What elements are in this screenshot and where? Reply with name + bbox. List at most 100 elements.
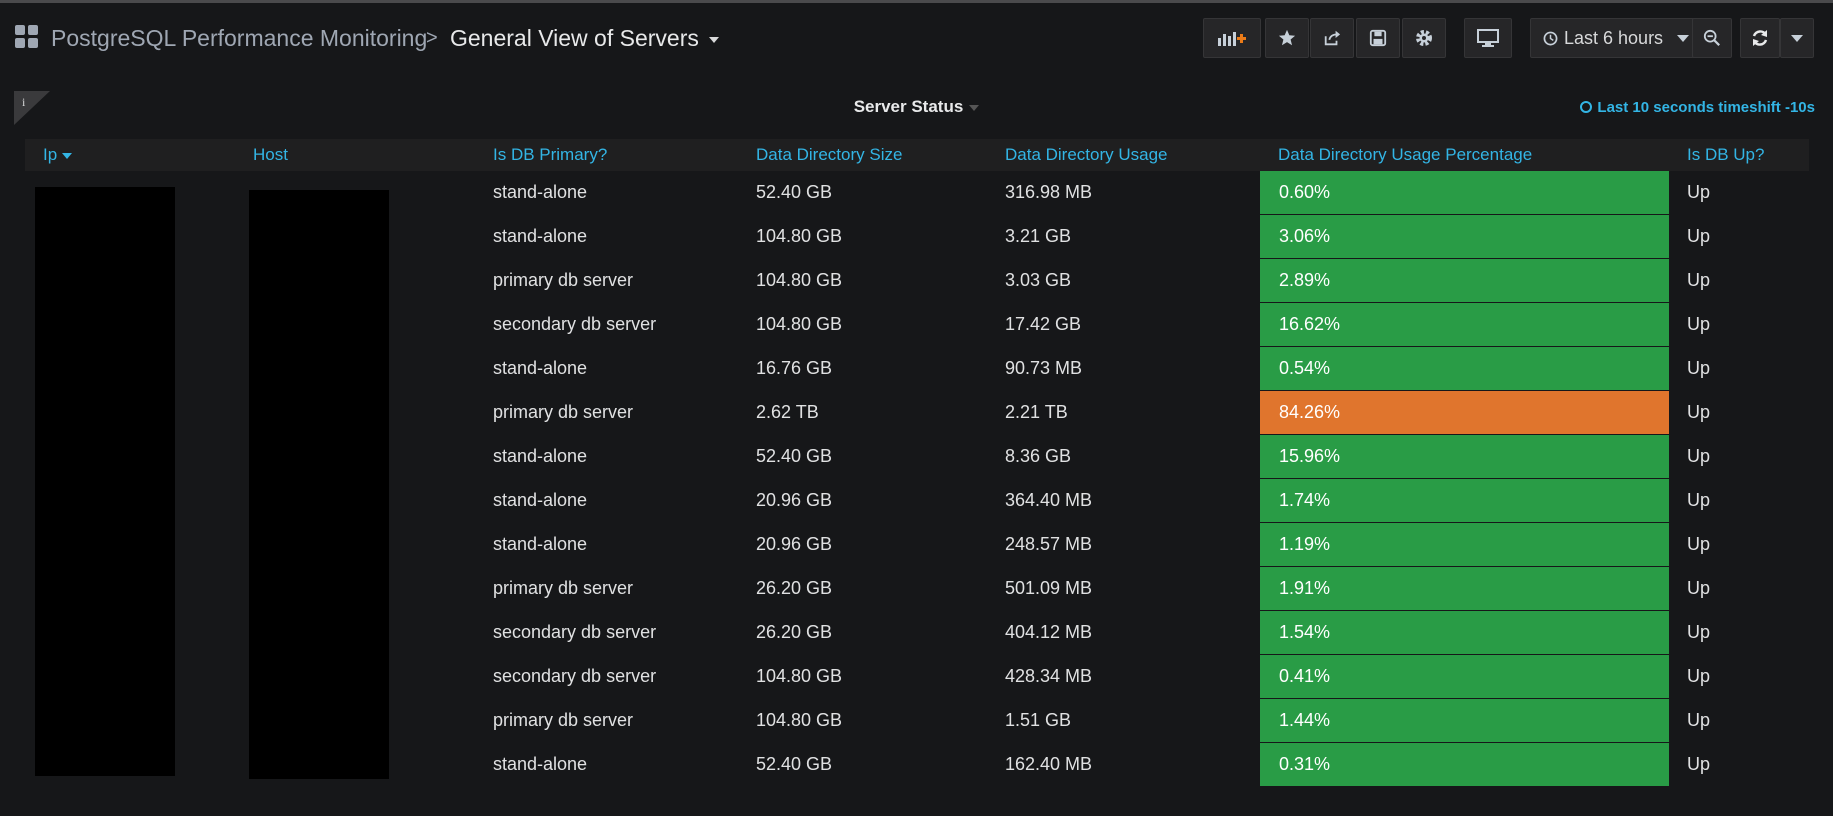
cell-data-directory-size: 104.80 GB [738,655,987,699]
cell-is-db-up: Up [1669,215,1809,259]
cell-usage-percentage: 1.91% [1260,567,1669,611]
column-header-data-directory-usage[interactable]: Data Directory Usage [987,139,1260,171]
add-panel-icon [1218,32,1246,46]
refresh-interval-dropdown[interactable] [1780,18,1814,58]
dashboard-header: PostgreSQL Performance Monitoring > Gene… [0,3,1833,69]
cell-data-directory-size: 20.96 GB [738,479,987,523]
time-picker-button[interactable]: Last 6 hours [1530,18,1703,58]
cell-is-db-up: Up [1669,655,1809,699]
cell-data-directory-usage: 8.36 GB [987,435,1260,479]
cell-is-db-primary: stand-alone [475,347,738,391]
cell-data-directory-size: 104.80 GB [738,259,987,303]
breadcrumb-separator: > [426,27,438,49]
column-header-usage-percentage[interactable]: Data Directory Usage Percentage [1260,139,1669,171]
cell-usage-percentage: 0.54% [1260,347,1669,391]
cell-is-db-up: Up [1669,259,1809,303]
cell-is-db-primary: stand-alone [475,215,738,259]
tv-mode-button[interactable] [1464,18,1512,58]
cell-is-db-up: Up [1669,479,1809,523]
column-header-host[interactable]: Host [235,139,475,171]
cell-is-db-up: Up [1669,347,1809,391]
cell-data-directory-usage: 162.40 MB [987,743,1260,787]
column-header-data-directory-size[interactable]: Data Directory Size [738,139,987,171]
cell-data-directory-usage: 501.09 MB [987,567,1260,611]
cell-is-db-up: Up [1669,171,1809,215]
cell-data-directory-size: 16.76 GB [738,347,987,391]
chevron-down-icon [969,104,980,111]
cell-data-directory-usage: 428.34 MB [987,655,1260,699]
cell-usage-percentage: 0.60% [1260,171,1669,215]
cell-is-db-primary: secondary db server [475,655,738,699]
cell-data-directory-usage: 2.21 TB [987,391,1260,435]
cell-data-directory-usage: 404.12 MB [987,611,1260,655]
cell-data-directory-size: 104.80 GB [738,699,987,743]
zoom-out-icon [1703,29,1720,46]
cell-is-db-primary: secondary db server [475,611,738,655]
zoom-out-button[interactable] [1692,18,1732,58]
cell-data-directory-usage: 3.03 GB [987,259,1260,303]
cell-data-directory-size: 26.20 GB [738,611,987,655]
cell-is-db-primary: stand-alone [475,435,738,479]
chevron-down-icon [708,36,719,43]
cell-usage-percentage: 16.62% [1260,303,1669,347]
chevron-down-icon [1677,34,1690,42]
cell-usage-percentage: 15.96% [1260,435,1669,479]
cell-data-directory-size: 52.40 GB [738,743,987,787]
cell-is-db-up: Up [1669,567,1809,611]
breadcrumb-folder[interactable]: PostgreSQL Performance Monitoring [51,23,427,53]
column-header-ip[interactable]: Ip [25,139,235,171]
settings-button[interactable] [1402,18,1446,58]
column-header-is-db-up[interactable]: Is DB Up? [1669,139,1809,171]
panel-title[interactable]: Server Status [14,97,1819,117]
cell-is-db-up: Up [1669,391,1809,435]
cell-data-directory-size: 104.80 GB [738,303,987,347]
star-icon [1278,29,1296,46]
sort-desc-icon [62,152,73,159]
dashboards-grid-icon[interactable] [15,25,39,49]
refresh-icon [1752,30,1768,46]
cell-data-directory-size: 104.80 GB [738,215,987,259]
save-button[interactable] [1356,18,1400,58]
redacted-host-column [249,190,389,779]
column-header-label: Ip [43,145,58,164]
share-button[interactable] [1310,18,1354,58]
cell-is-db-up: Up [1669,435,1809,479]
column-header-is-db-primary[interactable]: Is DB Primary? [475,139,738,171]
cell-data-directory-usage: 3.21 GB [987,215,1260,259]
dashboard-title[interactable]: General View of Servers [450,23,719,53]
clock-icon [1580,101,1593,113]
cell-is-db-primary: stand-alone [475,479,738,523]
cell-is-db-up: Up [1669,523,1809,567]
cell-usage-percentage: 84.26% [1260,391,1669,435]
timeshift-label: Last 10 seconds timeshift -10s [1597,99,1815,116]
cell-usage-percentage: 2.89% [1260,259,1669,303]
cell-data-directory-size: 26.20 GB [738,567,987,611]
redacted-ip-column [35,187,175,776]
cell-is-db-primary: primary db server [475,567,738,611]
clock-icon [1543,31,1558,45]
refresh-button[interactable] [1740,18,1780,58]
cell-usage-percentage: 1.74% [1260,479,1669,523]
cell-is-db-up: Up [1669,743,1809,787]
cell-usage-percentage: 0.41% [1260,655,1669,699]
table-header-row: Ip Host Is DB Primary? Data Directory Si… [25,139,1809,171]
star-button[interactable] [1265,18,1309,58]
save-icon [1369,29,1387,47]
gear-icon [1416,30,1432,46]
cell-data-directory-usage: 90.73 MB [987,347,1260,391]
add-panel-button[interactable] [1203,18,1261,58]
cell-data-directory-size: 52.40 GB [738,435,987,479]
cell-usage-percentage: 3.06% [1260,215,1669,259]
cell-is-db-primary: primary db server [475,259,738,303]
cell-is-db-primary: stand-alone [475,743,738,787]
cell-data-directory-size: 20.96 GB [738,523,987,567]
cell-is-db-primary: secondary db server [475,303,738,347]
share-icon [1324,30,1341,46]
cell-data-directory-usage: 17.42 GB [987,303,1260,347]
dashboard-title-text: General View of Servers [450,25,699,51]
cell-data-directory-usage: 248.57 MB [987,523,1260,567]
cell-usage-percentage: 1.54% [1260,611,1669,655]
cell-usage-percentage: 1.19% [1260,523,1669,567]
cell-is-db-primary: primary db server [475,699,738,743]
cell-data-directory-usage: 316.98 MB [987,171,1260,215]
